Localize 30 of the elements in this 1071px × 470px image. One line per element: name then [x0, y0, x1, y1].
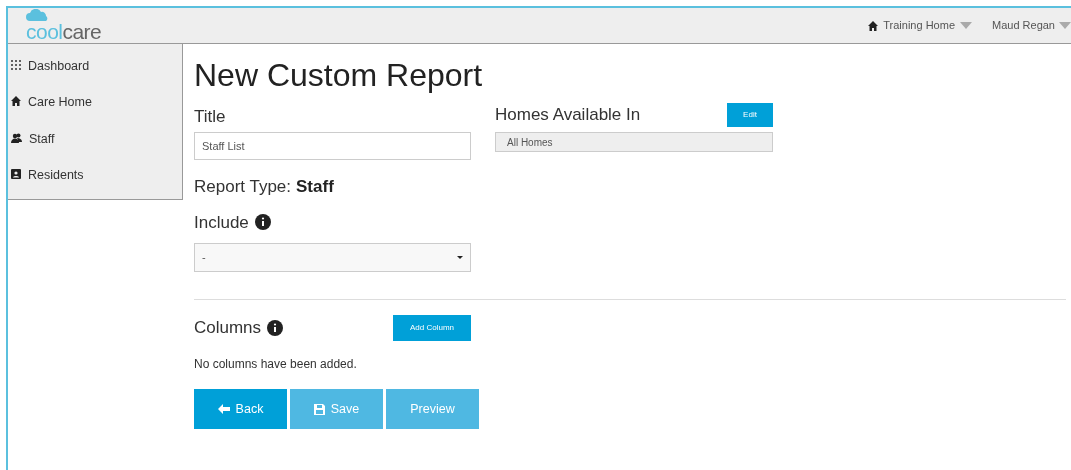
- caret-icon: [1059, 22, 1071, 29]
- homes-field: All Homes: [495, 132, 773, 152]
- report-type-label: Report Type:: [194, 176, 292, 198]
- field-label: Title: [194, 106, 227, 126]
- id-card-icon: [11, 168, 21, 179]
- grid-icon: [11, 60, 21, 70]
- sidebar-item[interactable]: Care Home: [28, 93, 92, 112]
- home-menu[interactable]: Training Home: [883, 17, 955, 34]
- sidebar-item[interactable]: Residents: [28, 165, 84, 185]
- empty-message: No columns have been added.: [194, 356, 358, 373]
- user-menu[interactable]: Maud Regan: [992, 17, 1055, 34]
- include-select[interactable]: -: [194, 243, 471, 272]
- logo[interactable]: coolcare: [26, 9, 102, 42]
- arrow-left-icon: [217, 404, 230, 414]
- home-icon: [11, 96, 21, 107]
- report-type-value: Staff: [296, 176, 334, 198]
- section-title: Columns: [194, 317, 262, 340]
- field-label: Include: [194, 211, 249, 234]
- title-field[interactable]: Staff List: [194, 132, 471, 160]
- caret-icon: [457, 256, 463, 259]
- sidebar-item[interactable]: Dashboard: [28, 57, 90, 76]
- info-icon[interactable]: [267, 320, 284, 336]
- caret-icon: [960, 22, 972, 29]
- info-icon[interactable]: [254, 214, 271, 231]
- page-title: New Custom Report: [194, 56, 484, 94]
- sidebar-item[interactable]: Staff: [29, 129, 55, 149]
- cloud-icon: [26, 9, 50, 21]
- field-label: Homes Available In: [495, 104, 641, 127]
- home-icon: [868, 20, 879, 31]
- people-icon: [11, 132, 22, 143]
